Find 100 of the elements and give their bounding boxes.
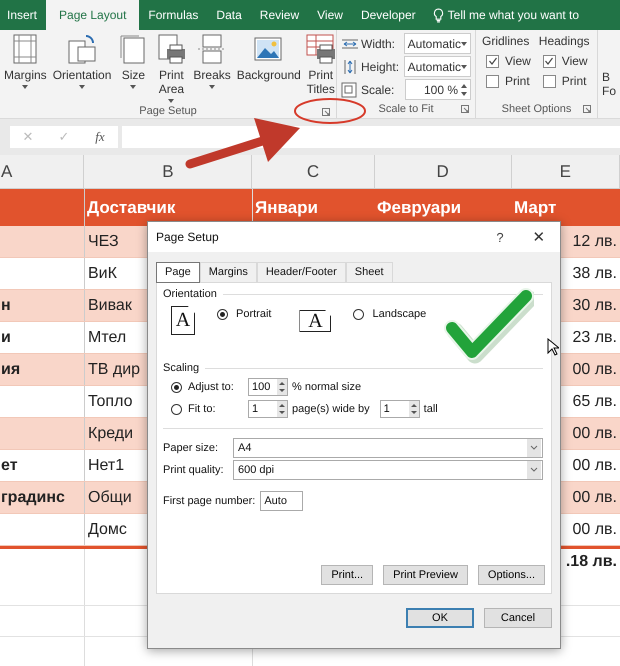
dialog-button[interactable]: Print Preview xyxy=(383,565,468,585)
table-printer-icon xyxy=(304,33,337,65)
dropdown-field[interactable]: A4 xyxy=(233,438,543,458)
spinner-arrows-icon[interactable] xyxy=(277,401,287,417)
background-button[interactable]: Background xyxy=(234,33,301,103)
table-cell-text: 38 лв. xyxy=(571,264,618,284)
dialog-button[interactable]: Options... xyxy=(478,565,545,585)
dialog-button[interactable]: Print... xyxy=(321,565,374,585)
dialog-launcher-icon[interactable] xyxy=(322,108,330,116)
ribbon-tab[interactable]: Insert xyxy=(0,0,46,30)
checkbox[interactable] xyxy=(542,54,556,68)
spin-field[interactable]: 100 % xyxy=(405,79,471,100)
margins-button[interactable]: Margins xyxy=(2,33,49,103)
spinner-arrows-icon[interactable] xyxy=(408,401,419,417)
radio-button[interactable] xyxy=(171,382,182,392)
cancel-button[interactable]: Cancel xyxy=(484,608,552,628)
column-header[interactable]: E xyxy=(512,155,620,188)
ribbon-button[interactable]: B Fo xyxy=(598,30,620,98)
field-label: Print quality: xyxy=(163,464,225,476)
table-cell: н xyxy=(0,290,85,321)
spinner-arrows-icon[interactable] xyxy=(461,84,467,96)
dialog-launcher-icon[interactable] xyxy=(461,105,469,113)
table-cell-text: 00 лв. xyxy=(571,520,618,540)
dropdown-field[interactable]: 600 dpi xyxy=(233,460,543,480)
column-header[interactable]: B xyxy=(84,155,252,188)
insert-function-button[interactable]: fx xyxy=(82,126,118,148)
checkbox[interactable] xyxy=(486,74,499,88)
size-button[interactable]: Size xyxy=(115,33,152,103)
table-cell-text: 00 лв. xyxy=(571,488,618,508)
check-icon xyxy=(488,56,498,66)
checkbox[interactable] xyxy=(486,54,499,68)
column-title: Gridlines xyxy=(482,34,530,48)
caret-icon xyxy=(22,85,28,89)
help-button[interactable]: ? xyxy=(490,230,510,244)
radio-label: Landscape xyxy=(372,308,426,320)
group-title: Scale to Fit xyxy=(378,103,434,115)
ribbon-tab[interactable]: Page Layout xyxy=(46,0,140,30)
ribbon-tab[interactable]: Developer xyxy=(352,0,425,30)
table-cell-text: 00 лв. xyxy=(571,360,618,380)
table-cell: и xyxy=(0,322,85,353)
table-cell: ия xyxy=(0,354,85,385)
field-suffix: % normal size xyxy=(292,381,362,393)
dialog-tab[interactable]: Sheet xyxy=(346,262,393,282)
section-title: Scaling xyxy=(163,362,200,374)
ok-button[interactable]: OK xyxy=(406,608,474,628)
checkbox[interactable] xyxy=(542,74,556,88)
field-label: Scale: xyxy=(361,82,396,96)
breaks-button[interactable]: Breaks xyxy=(191,33,233,103)
caret-icon xyxy=(461,42,467,46)
tell-me-search[interactable]: Tell me what you want to xyxy=(448,8,580,22)
spin-field[interactable]: 1 xyxy=(248,400,288,418)
table-cell-text: 12 лв. xyxy=(571,232,618,252)
field-label: Width: xyxy=(361,36,396,50)
group-title: Sheet Options xyxy=(502,103,572,115)
table-header-cell-text: Февруари xyxy=(376,196,462,218)
group-title: Page Setup xyxy=(139,104,197,116)
dialog-title: Page Setup xyxy=(156,230,220,244)
dialog-tab[interactable]: Page xyxy=(156,262,200,283)
radio-button[interactable] xyxy=(171,404,182,414)
caret-icon xyxy=(79,85,86,89)
checkbox-label: View xyxy=(505,54,531,68)
dialog-tab[interactable]: Header/Footer xyxy=(256,262,346,282)
orientation-button[interactable]: Orientation xyxy=(50,33,114,103)
caret-icon xyxy=(168,99,174,103)
column-header[interactable]: D xyxy=(374,155,512,188)
input-field[interactable]: Auto xyxy=(260,491,304,511)
formula-field[interactable] xyxy=(122,126,620,148)
table-cell-text: .18 лв. xyxy=(564,552,618,572)
radio-button[interactable] xyxy=(217,309,228,320)
spin-field[interactable]: 100 xyxy=(248,378,288,396)
spin-field[interactable]: 1 xyxy=(380,400,420,418)
table-cell-text: 00 лв. xyxy=(571,424,618,444)
field-label: First page number: xyxy=(163,495,256,507)
ribbon-tab[interactable]: Data xyxy=(207,0,251,30)
ribbon-tab[interactable]: Review xyxy=(250,0,308,30)
checkbox-label: Print xyxy=(562,74,586,88)
overlapping-pages-icon xyxy=(66,33,98,65)
print-area-button[interactable]: Print Area xyxy=(153,33,190,103)
dialog-launcher-icon[interactable] xyxy=(583,105,591,113)
column-header[interactable]: A xyxy=(0,155,84,188)
highlight-ellipse xyxy=(294,98,366,124)
radio-label: Fit to: xyxy=(188,403,217,415)
table-cell: градинс xyxy=(0,482,85,513)
table-header-cell-text: Январи xyxy=(254,196,320,218)
landscape-page-icon: A xyxy=(299,310,332,332)
ribbon-tab[interactable]: View xyxy=(308,0,352,30)
radio-button[interactable] xyxy=(353,309,364,320)
ribbon-tab[interactable]: Formulas xyxy=(139,0,208,30)
section-title: Orientation xyxy=(163,288,217,300)
close-button[interactable]: ✕ xyxy=(524,228,554,246)
dropdown-field[interactable]: Automatic xyxy=(404,33,471,54)
checkmark-icon xyxy=(444,288,534,364)
spinner-arrows-icon[interactable] xyxy=(277,379,287,395)
print-titles-button[interactable]: Print Titles xyxy=(302,33,339,103)
portrait-page-icon: A xyxy=(171,306,195,335)
table-cell-text: 30 лв. xyxy=(571,296,618,316)
dialog-tab[interactable]: Margins xyxy=(200,262,257,282)
column-title: Headings xyxy=(538,34,590,48)
dropdown-field[interactable]: Automatic xyxy=(404,56,471,77)
table-cell-text: 23 лв. xyxy=(571,328,618,348)
